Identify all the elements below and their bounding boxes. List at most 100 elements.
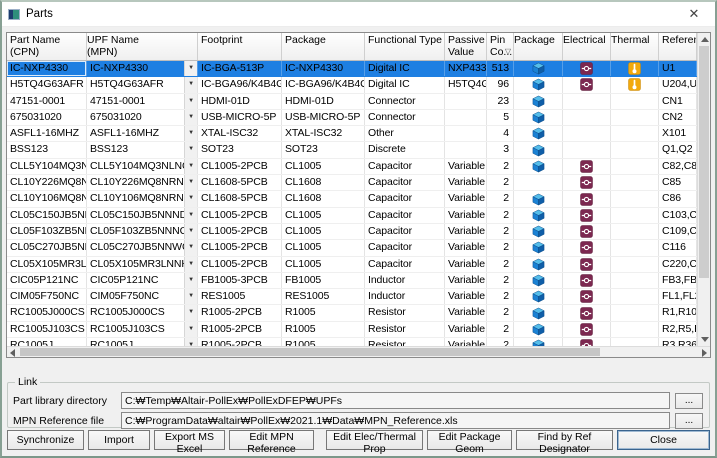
dropdown-arrow-icon[interactable]: ▼ <box>184 159 197 174</box>
column-header-cpn[interactable]: Part Name(CPN) <box>7 33 87 60</box>
cell-pvalue[interactable]: Variable <box>445 240 487 255</box>
cell-ref[interactable]: C82,C8 <box>659 159 697 174</box>
cell-footprint[interactable]: IC-BGA96/K4B4G16 <box>198 77 282 92</box>
cell-ref[interactable]: FB3,FB5 <box>659 273 697 288</box>
scroll-left-icon[interactable] <box>10 349 15 357</box>
cell-footprint[interactable]: XTAL-ISC32 <box>198 126 282 141</box>
cell-elec[interactable] <box>563 159 611 174</box>
cell-ref[interactable]: C116 <box>659 240 697 255</box>
cell-ftype[interactable]: Connector <box>365 94 445 109</box>
edit-mpn-reference-button[interactable]: Edit MPN Reference <box>229 430 314 450</box>
cell-cpn[interactable]: CIC05P121NC <box>7 273 87 288</box>
cell-package[interactable]: USB-MICRO-5P <box>282 110 365 125</box>
mpn-reference-file-field[interactable] <box>121 412 670 429</box>
cell-cpn[interactable]: CL05X105MR3LNNH <box>7 257 87 272</box>
cell-thermal[interactable] <box>611 126 659 141</box>
scroll-down-icon[interactable] <box>701 337 709 342</box>
cell-ref[interactable]: CN2 <box>659 110 697 125</box>
cell-ftype[interactable]: Capacitor <box>365 208 445 223</box>
cell-elec[interactable] <box>563 322 611 337</box>
table-row[interactable]: CIM05F750NCCIM05F750NC▼RES1005RES1005Ind… <box>7 289 697 305</box>
cell-ftype[interactable]: Capacitor <box>365 175 445 190</box>
cell-pvalue[interactable] <box>445 94 487 109</box>
cell-cpn[interactable]: CIM05F750NC <box>7 289 87 304</box>
cell-ftype[interactable]: Inductor <box>365 289 445 304</box>
cell-cpn[interactable]: CL10Y106MQ8NRNC <box>7 191 87 206</box>
column-header-pkg[interactable]: Package <box>514 33 563 60</box>
cell-pkg[interactable] <box>514 126 563 141</box>
cell-thermal[interactable] <box>611 77 659 92</box>
dropdown-arrow-icon[interactable]: ▼ <box>184 322 197 337</box>
import-button[interactable]: Import <box>88 430 150 450</box>
cell-cpn[interactable]: BSS123 <box>7 142 87 157</box>
cell-thermal[interactable] <box>611 240 659 255</box>
column-header-pvalue[interactable]: PassiveValue <box>445 33 487 60</box>
cell-footprint[interactable]: RES1005 <box>198 289 282 304</box>
cell-ftype[interactable]: Other <box>365 126 445 141</box>
table-row[interactable]: CIC05P121NCCIC05P121NC▼FB1005-3PCBFB1005… <box>7 273 697 289</box>
cell-thermal[interactable] <box>611 208 659 223</box>
cell-ref[interactable]: X101 <box>659 126 697 141</box>
cell-pkg[interactable] <box>514 224 563 239</box>
find-by-ref-designator-button[interactable]: Find by Ref Designator <box>516 430 613 450</box>
dropdown-arrow-icon[interactable]: ▼ <box>184 61 197 76</box>
cell-pkg[interactable] <box>514 159 563 174</box>
close-button[interactable]: Close <box>617 430 710 450</box>
cell-package[interactable]: FB1005 <box>282 273 365 288</box>
table-row[interactable]: CL10Y106MQ8NRNCCL10Y106MQ8NRNC▼CL1608-5P… <box>7 191 697 207</box>
cell-pkg[interactable] <box>514 322 563 337</box>
cell-thermal[interactable] <box>611 191 659 206</box>
cell-pkg[interactable] <box>514 142 563 157</box>
table-row[interactable]: CL05C150JB5NNNDCL05C150JB5NNND▼CL1005-2P… <box>7 208 697 224</box>
cell-elec[interactable] <box>563 175 611 190</box>
cell-footprint[interactable]: HDMI-01D <box>198 94 282 109</box>
export-ms-excel-button[interactable]: Export MS Excel <box>154 430 225 450</box>
table-row[interactable]: RC1005J000CSRC1005J000CS▼R1005-2PCBR1005… <box>7 305 697 321</box>
cell-footprint[interactable]: IC-BGA-513P <box>198 61 282 76</box>
cell-package[interactable]: RES1005 <box>282 289 365 304</box>
close-icon[interactable]: ✕ <box>679 3 709 25</box>
cell-ref[interactable]: C85 <box>659 175 697 190</box>
cell-mpn[interactable]: CL05X105MR3LNNH▼ <box>87 257 198 272</box>
cell-thermal[interactable] <box>611 61 659 76</box>
cell-ref[interactable]: FL1,FL2 <box>659 289 697 304</box>
cell-mpn[interactable]: BSS123▼ <box>87 142 198 157</box>
cell-elec[interactable] <box>563 257 611 272</box>
cell-pins[interactable]: 2 <box>487 322 514 337</box>
cell-elec[interactable] <box>563 94 611 109</box>
column-header-ref[interactable]: Reference <box>659 33 697 60</box>
column-header-package[interactable]: Package <box>282 33 365 60</box>
table-row[interactable]: H5TQ4G63AFRH5TQ4G63AFR▼IC-BGA96/K4B4G16I… <box>7 77 697 93</box>
dropdown-arrow-icon[interactable]: ▼ <box>184 191 197 206</box>
cell-cpn[interactable]: CLL5Y104MQ3NLNC <box>7 159 87 174</box>
cell-ref[interactable]: R2,R5,R <box>659 322 697 337</box>
part-library-directory-field[interactable] <box>121 392 670 409</box>
cell-thermal[interactable] <box>611 305 659 320</box>
cell-elec[interactable] <box>563 224 611 239</box>
cell-footprint[interactable]: FB1005-3PCB <box>198 273 282 288</box>
cell-cpn[interactable]: RC1005J103CS <box>7 322 87 337</box>
table-row[interactable]: RC1005J103CSRC1005J103CS▼R1005-2PCBR1005… <box>7 322 697 338</box>
cell-pkg[interactable] <box>514 175 563 190</box>
cell-thermal[interactable] <box>611 289 659 304</box>
cell-mpn[interactable]: CL10Y226MQ8NRNC▼ <box>87 175 198 190</box>
cell-package[interactable]: CL1608 <box>282 191 365 206</box>
cell-elec[interactable] <box>563 142 611 157</box>
cell-thermal[interactable] <box>611 322 659 337</box>
cell-elec[interactable] <box>563 191 611 206</box>
browse-directory-button[interactable]: ... <box>675 393 703 409</box>
cell-package[interactable]: R1005 <box>282 305 365 320</box>
cell-ftype[interactable]: Capacitor <box>365 240 445 255</box>
dropdown-arrow-icon[interactable]: ▼ <box>184 142 197 157</box>
cell-pins[interactable]: 2 <box>487 289 514 304</box>
cell-package[interactable]: CL1005 <box>282 240 365 255</box>
cell-thermal[interactable] <box>611 175 659 190</box>
cell-pvalue[interactable] <box>445 110 487 125</box>
cell-cpn[interactable]: CL05C270JB5NNWC <box>7 240 87 255</box>
table-row[interactable]: CL10Y226MQ8NRNCCL10Y226MQ8NRNC▼CL1608-5P… <box>7 175 697 191</box>
cell-pkg[interactable] <box>514 257 563 272</box>
cell-cpn[interactable]: CL05F103ZB5NNNC <box>7 224 87 239</box>
dropdown-arrow-icon[interactable]: ▼ <box>184 94 197 109</box>
edit-package-geom-button[interactable]: Edit Package Geom <box>427 430 512 450</box>
cell-pins[interactable]: 4 <box>487 126 514 141</box>
